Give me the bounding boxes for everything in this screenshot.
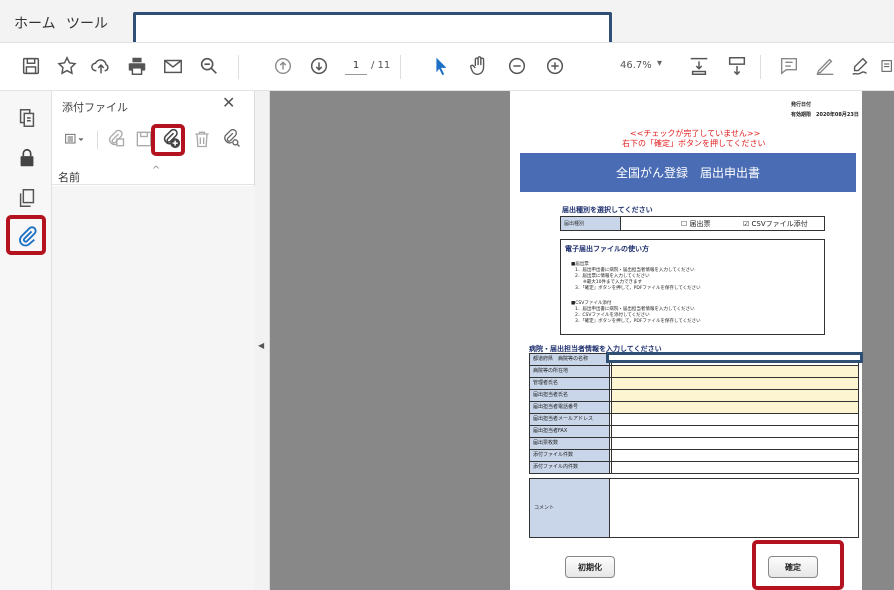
menu-home[interactable]: ホーム	[14, 13, 56, 33]
form-row: 添付ファイル内件数	[529, 462, 859, 474]
confirm-highlight-box	[752, 540, 844, 590]
form-row-label: 届出担当者FAX	[530, 426, 610, 437]
form-row-input[interactable]	[611, 450, 858, 461]
panel-title: 添付ファイル	[62, 101, 128, 114]
howto-title: 電子届出ファイルの使い方	[565, 245, 649, 253]
form-row: 届出担当者FAX	[529, 426, 859, 438]
form-row-label: 添付ファイル内件数	[530, 462, 610, 473]
more-tools-icon[interactable]	[878, 53, 894, 79]
form-row-label: 病院等の所在地	[530, 366, 610, 377]
page-number-input[interactable]	[345, 57, 367, 75]
form-row: 届出票枚数	[529, 438, 859, 450]
howto-s1-step3: 3．「確定」ボタンを押して，PDFファイルを保存してください	[575, 286, 701, 291]
reset-button[interactable]: 初期化	[565, 556, 615, 578]
form-row-label: 管理者氏名	[530, 378, 610, 389]
zoom-level[interactable]: 46.7%	[620, 60, 652, 71]
attachments-list	[52, 186, 255, 590]
bookmark-star-icon[interactable]	[54, 53, 80, 79]
form-row-label: 届出票枚数	[530, 438, 610, 449]
upload-cloud-icon[interactable]	[88, 53, 114, 79]
zoom-in-icon[interactable]	[542, 53, 568, 79]
form-title: 全国がん登録 届出申出書	[615, 166, 760, 180]
pdf-page: 発行日付 有効期限 2020年08月23日 <<チェックが完了していません>> …	[510, 91, 863, 590]
delete-icon[interactable]	[190, 127, 214, 151]
issue-date-label: 発行日付	[791, 102, 812, 108]
form-row-input[interactable]	[611, 414, 858, 425]
page-fit-icon[interactable]	[686, 53, 712, 79]
form-row-label: 届出担当者メールアドレス	[530, 414, 610, 425]
document-view[interactable]: 発行日付 有効期限 2020年08月23日 <<チェックが完了していません>> …	[270, 91, 894, 590]
scroll-mode-icon[interactable]	[724, 53, 750, 79]
next-page-icon[interactable]	[306, 53, 332, 79]
comment-icon[interactable]	[776, 53, 802, 79]
type-selection-row: 届出種別 ☐ 届出票 ☑ CSVファイル添付	[560, 216, 825, 231]
type-label: 届出種別	[561, 217, 621, 230]
form-row: 届出担当者氏名	[529, 390, 859, 402]
open-attachment-icon[interactable]	[104, 127, 128, 151]
form-row-input[interactable]	[611, 378, 858, 389]
highlight-pen-icon[interactable]	[812, 53, 838, 79]
search-attachment-icon[interactable]	[220, 127, 244, 151]
form-row: 添付ファイル件数	[529, 450, 859, 462]
form-row-input[interactable]	[611, 438, 858, 449]
form-row: 届出担当者メールアドレス	[529, 414, 859, 426]
form-row-input[interactable]	[611, 402, 858, 413]
zoom-out-icon[interactable]	[504, 53, 530, 79]
form-row-label: 都道府県 病院等の名称	[530, 354, 610, 365]
form-row-label: 届出担当者氏名	[530, 390, 610, 401]
options-menu-icon[interactable]	[58, 127, 92, 151]
column-header[interactable]: 名前 ^	[52, 163, 255, 185]
option-csv-checkbox[interactable]: ☑ CSVファイル添付	[743, 219, 808, 229]
comment-row: コメント	[529, 478, 859, 538]
menu-tools[interactable]: ツール	[66, 13, 108, 33]
prev-page-icon[interactable]	[270, 53, 296, 79]
attachments-panel: 添付ファイル ✕ 名前 ^	[52, 91, 255, 590]
collapse-arrow-icon[interactable]: ◀	[258, 341, 264, 350]
page-thumbnails-icon[interactable]	[14, 105, 40, 131]
comment-label-cell: コメント	[530, 479, 610, 537]
valid-until-label: 有効期限	[791, 112, 812, 118]
howto-s2-step3: 3．「確定」ボタンを押して，PDFファイルを保存してください	[575, 319, 701, 324]
sort-indicator: ^	[152, 165, 161, 176]
form-row-input[interactable]	[611, 426, 858, 437]
form-row: 届出担当者電話番号	[529, 402, 859, 414]
select-type-heading: 届出種別を選択してください	[562, 206, 653, 214]
select-cursor-icon[interactable]	[428, 53, 454, 79]
valid-until-value: 2020年08月23日	[816, 112, 859, 118]
close-icon[interactable]: ✕	[222, 93, 235, 112]
menu-bar: ホーム ツール	[0, 0, 894, 43]
comment-label: コメント	[534, 505, 555, 511]
comment-input[interactable]	[611, 479, 858, 537]
lock-icon[interactable]	[14, 145, 40, 171]
form-row-input[interactable]	[611, 390, 858, 401]
form-header: 全国がん登録 届出申出書	[520, 153, 856, 192]
form-row-label: 添付ファイル件数	[530, 450, 610, 461]
option-form-checkbox[interactable]: ☐ 届出票	[681, 219, 711, 229]
panel-splitter[interactable]: ◀	[255, 91, 270, 590]
print-icon[interactable]	[124, 53, 150, 79]
form-row-input[interactable]	[611, 366, 858, 377]
form-row-label: 届出担当者電話番号	[530, 402, 610, 413]
form-row: 病院等の所在地	[529, 366, 859, 378]
sign-icon[interactable]	[848, 53, 874, 79]
hospital-name-field-highlight[interactable]	[606, 352, 863, 363]
navigation-rail	[0, 91, 52, 590]
copy-pages-icon[interactable]	[14, 185, 40, 211]
document-tab[interactable]	[133, 12, 612, 42]
howto-box: 電子届出ファイルの使い方 ■届出票 1．届出申出書に病院・届出担当者情報を入力し…	[560, 239, 825, 335]
page-total: / 11	[371, 60, 391, 71]
column-name[interactable]: 名前	[58, 169, 80, 185]
hand-tool-icon[interactable]	[466, 53, 492, 79]
add-attachment-highlight-box	[151, 124, 185, 156]
form-row: 管理者氏名	[529, 378, 859, 390]
form-row-input[interactable]	[611, 462, 858, 473]
attachment-highlight-box	[6, 215, 46, 255]
zoom-dropdown[interactable]: ▾	[657, 58, 662, 69]
warning-line-2: 右下の「確定」ボタンを押してください	[622, 139, 766, 148]
save-icon[interactable]	[18, 53, 44, 79]
email-icon[interactable]	[160, 53, 186, 79]
search-zoom-icon[interactable]	[196, 53, 222, 79]
toolbar: / 11 46.7% ▾	[0, 43, 894, 91]
